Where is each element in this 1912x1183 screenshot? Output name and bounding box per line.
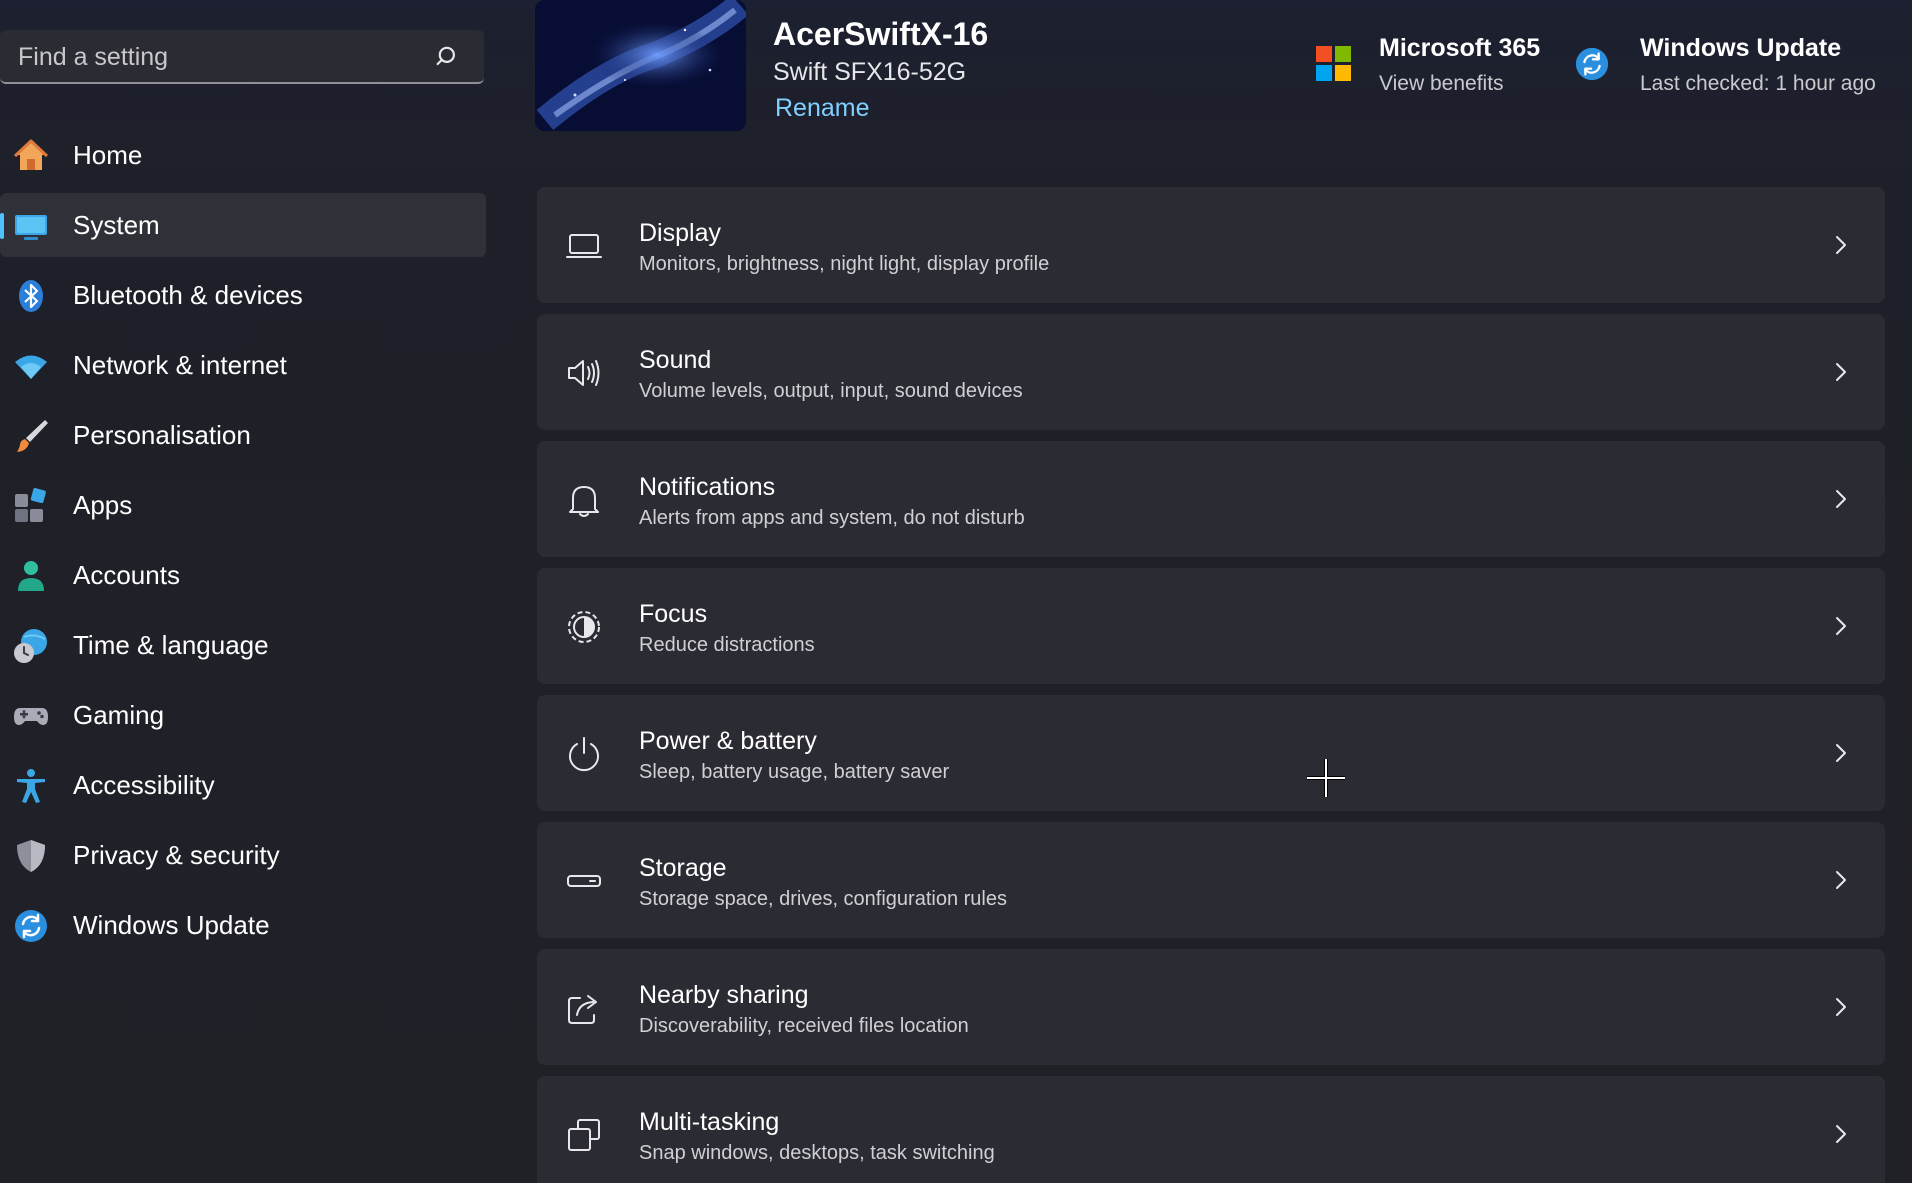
sidebar-item-time-language[interactable]: Time & language [0,613,486,677]
chevron-right-icon [1836,617,1846,635]
sidebar-item-label: Time & language [73,630,269,660]
search-input[interactable] [16,38,420,76]
microsoft-365-subtitle: View benefits [1379,72,1504,95]
sidebar-item-label: Personalisation [73,420,251,450]
card-title: Multi-tasking [639,1108,780,1136]
sidebar-item-label: Gaming [73,700,165,730]
microsoft-365-title: Microsoft 365 [1379,34,1541,62]
card-subtitle: Storage space, drives, configuration rul… [639,888,1007,910]
card-subtitle: Monitors, brightness, night light, displ… [639,253,1050,275]
shield-icon [17,840,45,872]
device-model: Swift SFX16-52G [773,58,967,86]
sidebar-item-bluetooth[interactable]: Bluetooth & devices [0,263,486,327]
speaker-icon [568,360,600,386]
card-power-battery[interactable]: Power & battery Sleep, battery usage, ba… [537,695,1885,811]
device-name: AcerSwiftX-16 [773,16,989,52]
settings-window: Home System Bluetooth & devices [0,0,1912,1183]
sidebar-nav: Home System Bluetooth & devices Network … [0,123,486,963]
card-storage[interactable]: Storage Storage space, drives, configura… [537,822,1885,938]
chevron-right-icon [1836,998,1846,1016]
sidebar-item-accessibility[interactable]: Accessibility [0,753,486,817]
card-subtitle: Reduce distractions [639,634,815,656]
card-focus[interactable]: Focus Reduce distractions [537,568,1885,684]
display-icon [566,234,602,258]
chevron-right-icon [1836,871,1846,889]
sidebar-item-label: Privacy & security [73,840,280,870]
microsoft-365-tile[interactable]: Microsoft 365 View benefits [1313,30,1563,110]
multitasking-icon [568,1119,600,1151]
card-title: Focus [639,600,708,628]
windows-update-status: Last checked: 1 hour ago [1640,72,1876,95]
sidebar-item-label: Accounts [73,560,180,590]
sidebar-item-gaming[interactable]: Gaming [0,683,486,747]
rename-link[interactable]: Rename [775,94,870,123]
sidebar: Home System Bluetooth & devices [0,0,490,1183]
search-icon[interactable] [436,44,462,70]
search-box[interactable] [0,30,484,84]
card-title: Power & battery [639,727,817,755]
card-subtitle: Volume levels, output, input, sound devi… [639,380,1023,402]
windows-update-tile[interactable]: Windows Update Last checked: 1 hour ago [1574,30,1904,110]
sidebar-item-system[interactable]: System [0,193,486,257]
card-subtitle: Snap windows, desktops, task switching [639,1142,995,1164]
globe-clock-icon [14,629,47,663]
card-display[interactable]: Display Monitors, brightness, night ligh… [537,187,1885,303]
sidebar-item-personalisation[interactable]: Personalisation [0,403,486,467]
storage-icon [567,875,601,887]
wifi-icon [15,355,47,379]
device-wallpaper-thumbnail [535,0,746,131]
card-nearby-sharing[interactable]: Nearby sharing Discoverability, received… [537,949,1885,1065]
sidebar-item-label: Network & internet [73,350,287,380]
card-multitasking[interactable]: Multi-tasking Snap windows, desktops, ta… [537,1076,1885,1183]
sidebar-item-label: Bluetooth & devices [73,280,303,310]
sidebar-item-label: Accessibility [73,770,215,800]
system-icon [15,215,47,240]
accessibility-icon [17,769,45,803]
share-icon [568,995,597,1024]
bluetooth-icon [19,280,43,312]
chevron-right-icon [1836,236,1846,254]
card-notifications[interactable]: Notifications Alerts from apps and syste… [537,441,1885,557]
windows-update-title: Windows Update [1640,34,1842,62]
focus-icon [568,611,600,643]
card-subtitle: Alerts from apps and system, do not dist… [639,507,1025,529]
power-icon [569,737,599,772]
bell-icon [569,486,599,517]
galaxy-image [535,0,746,131]
chevron-right-icon [1836,744,1846,762]
sidebar-item-apps[interactable]: Apps [0,473,486,537]
chevron-right-icon [1836,1125,1846,1143]
sidebar-item-label: Apps [73,490,133,520]
card-subtitle: Sleep, battery usage, battery saver [639,761,950,783]
card-title: Notifications [639,473,776,501]
microsoft-logo-icon [1316,46,1352,82]
chevron-right-icon [1836,363,1846,381]
sidebar-item-privacy-security[interactable]: Privacy & security [0,823,486,887]
home-icon [13,139,49,170]
sidebar-item-network[interactable]: Network & internet [0,333,486,397]
windows-update-icon [1575,47,1609,81]
card-title: Sound [639,346,712,374]
gamepad-icon [14,708,48,725]
sidebar-item-home[interactable]: Home [0,123,486,187]
windows-update-icon [15,910,47,942]
card-sound[interactable]: Sound Volume levels, output, input, soun… [537,314,1885,430]
system-settings-list: Display Monitors, brightness, night ligh… [537,187,1885,1183]
chevron-right-icon [1836,490,1846,508]
sidebar-item-windows-update[interactable]: Windows Update [0,893,486,957]
sidebar-item-label: System [73,210,160,240]
sidebar-item-label: Home [73,140,143,170]
apps-icon [15,488,46,522]
card-title: Display [639,219,721,247]
card-subtitle: Discoverability, received files location [639,1015,969,1037]
card-title: Storage [639,854,727,882]
card-title: Nearby sharing [639,981,809,1009]
sidebar-item-label: Windows Update [73,910,270,940]
account-icon [18,561,44,591]
paintbrush-icon [17,420,48,452]
sidebar-item-accounts[interactable]: Accounts [0,543,486,607]
